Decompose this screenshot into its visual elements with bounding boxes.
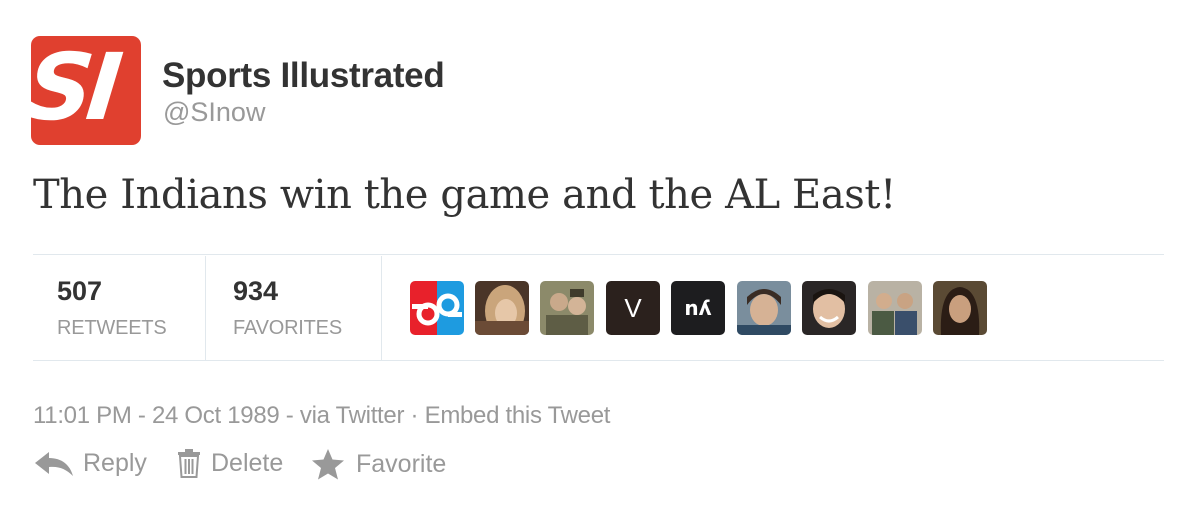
- stats-bottom-divider: [33, 360, 1164, 361]
- stats-separator: [205, 256, 206, 360]
- nv-logo: nʎ: [684, 296, 712, 320]
- favoriter-avatar[interactable]: [802, 281, 856, 335]
- retweets-stat[interactable]: 507 RETWEETS: [57, 276, 167, 340]
- person-photo-icon: [540, 281, 594, 335]
- person-photo-icon: [802, 281, 856, 335]
- tweet-meta: 11:01 PM - 24 Oct 1989 - via Twitter · E…: [33, 402, 610, 430]
- favoriter-avatar[interactable]: [475, 281, 529, 335]
- meta-separator: -: [279, 402, 300, 429]
- favorite-label: Favorite: [356, 449, 447, 478]
- favorites-label: FAVORITES: [233, 317, 342, 339]
- favoriter-avatar[interactable]: [737, 281, 791, 335]
- favorites-stat[interactable]: 934 FAVORITES: [233, 276, 342, 340]
- meta-dot: ·: [404, 402, 425, 429]
- delete-button[interactable]: Delete: [177, 448, 283, 478]
- trash-icon: [178, 449, 200, 478]
- retweets-count: 507: [57, 276, 103, 306]
- favoriter-avatar[interactable]: V: [606, 281, 660, 335]
- embed-tweet-link[interactable]: Embed this Tweet: [425, 402, 611, 429]
- tweet-timestamp[interactable]: 11:01 PM - 24 Oct 1989: [33, 402, 280, 429]
- stats-top-divider: [33, 254, 1164, 255]
- via-link[interactable]: via Twitter: [300, 402, 405, 429]
- profile-name[interactable]: Sports Illustrated: [162, 56, 445, 96]
- v-logo: V: [624, 293, 642, 323]
- profile-avatar[interactable]: SI: [31, 36, 141, 145]
- star-icon: [312, 449, 344, 480]
- profile-handle[interactable]: @SInow: [163, 97, 265, 128]
- delete-label: Delete: [211, 448, 284, 477]
- person-photo-icon: [933, 281, 987, 335]
- favoriter-avatar[interactable]: nʎ: [671, 281, 725, 335]
- person-photo-icon: [868, 281, 922, 335]
- person-photo-icon: [475, 281, 529, 335]
- favoriter-avatar[interactable]: [540, 281, 594, 335]
- si-logo: SI: [31, 36, 122, 141]
- reply-icon: [35, 452, 73, 476]
- logo-avatar-icon: [410, 281, 464, 335]
- favorites-count: 934: [233, 276, 279, 306]
- favoriter-avatar[interactable]: [410, 281, 464, 335]
- retweets-label: RETWEETS: [57, 317, 167, 339]
- person-photo-icon: [737, 281, 791, 335]
- favoriter-avatar[interactable]: [933, 281, 987, 335]
- reply-button[interactable]: Reply: [33, 448, 147, 478]
- stats-separator: [381, 256, 382, 360]
- favorite-button[interactable]: Favorite: [310, 448, 446, 480]
- reply-label: Reply: [83, 448, 147, 477]
- favoriter-avatar[interactable]: [868, 281, 922, 335]
- tweet-text: The Indians win the game and the AL East…: [33, 172, 896, 218]
